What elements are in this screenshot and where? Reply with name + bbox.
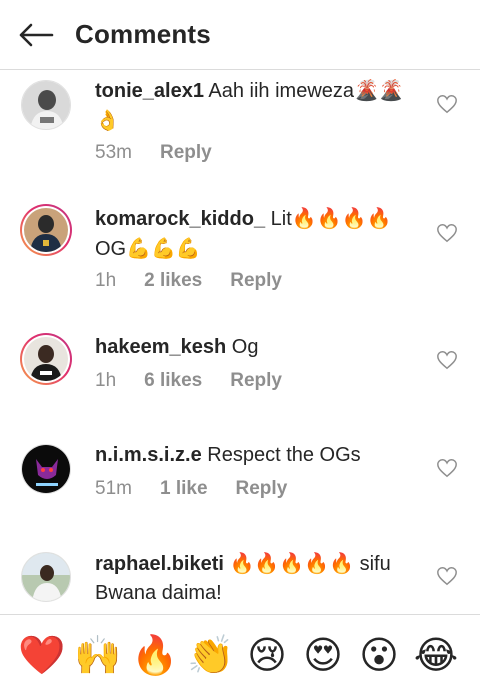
avatar[interactable] [20,204,72,256]
comment-timestamp: 1h [95,370,117,391]
reaction-heart-eyes-button[interactable]: 😍 [299,631,347,679]
likes-count[interactable]: 6 likes [144,370,202,392]
avatar-image [24,337,68,381]
comment-username[interactable]: tonie_alex1 [95,80,204,102]
comment-emojis: 🔥🔥🔥🔥 [291,206,392,230]
reaction-surprised-button[interactable]: 😮 [355,631,403,679]
avatar-image [24,208,68,252]
likes-count[interactable]: 1 like [160,478,208,500]
reply-button[interactable]: Reply [236,478,288,500]
heart-icon[interactable] [436,457,458,479]
reply-button[interactable]: Reply [230,370,282,392]
avatar[interactable] [20,443,72,495]
page-title: Comments [75,19,211,49]
reaction-fire-button[interactable]: 🔥 [131,631,179,679]
back-arrow-icon [19,23,54,47]
avatar-image [21,552,71,602]
comment-emojis: 🔥🔥🔥🔥🔥 [229,551,355,575]
heart-icon[interactable] [436,93,458,115]
reaction-clap-button[interactable]: 👏 [187,631,235,679]
reply-button[interactable]: Reply [160,142,212,164]
comment-username[interactable]: hakeem_kesh [95,336,226,358]
comment-timestamp: 1h [95,270,117,291]
comment-timestamp: 51m [95,478,132,499]
comment-username[interactable]: raphael.biketi [95,553,224,575]
heart-icon[interactable] [436,349,458,371]
reply-button[interactable]: Reply [230,270,282,292]
comment-text: Respect the OGs [207,444,361,466]
heart-icon[interactable] [436,565,458,587]
comment-emojis-2: 💪💪💪 [126,236,201,260]
comment-username[interactable]: n.i.m.s.i.z.e [95,444,202,466]
avatar[interactable] [20,333,72,385]
comment-timestamp: 53m [95,142,132,163]
avatar-image [21,80,71,130]
quick-reaction-bar: ❤️ 🙌 🔥 👏 😢 😍 😮 😂 [0,614,480,692]
reaction-crying-button[interactable]: 😢 [243,631,291,679]
comment-text: Lit [270,208,292,230]
heart-icon[interactable] [436,222,458,244]
avatar-image [21,444,71,494]
reaction-laughing-button[interactable]: 😂 [412,631,460,679]
avatar[interactable] [20,551,72,603]
back-button[interactable] [14,16,58,54]
comment-text-2: OG [95,238,127,260]
avatar[interactable] [20,79,72,131]
reaction-heart-button[interactable]: ❤️ [18,631,66,679]
likes-count[interactable]: 2 likes [144,270,202,292]
comment-text: Aah iih imeweza [208,80,355,102]
comment-username[interactable]: komarock_kiddo_ [95,208,265,230]
header-bar: Comments [0,0,480,70]
comment-text: Og [231,336,259,358]
reaction-raised-hands-button[interactable]: 🙌 [74,631,122,679]
